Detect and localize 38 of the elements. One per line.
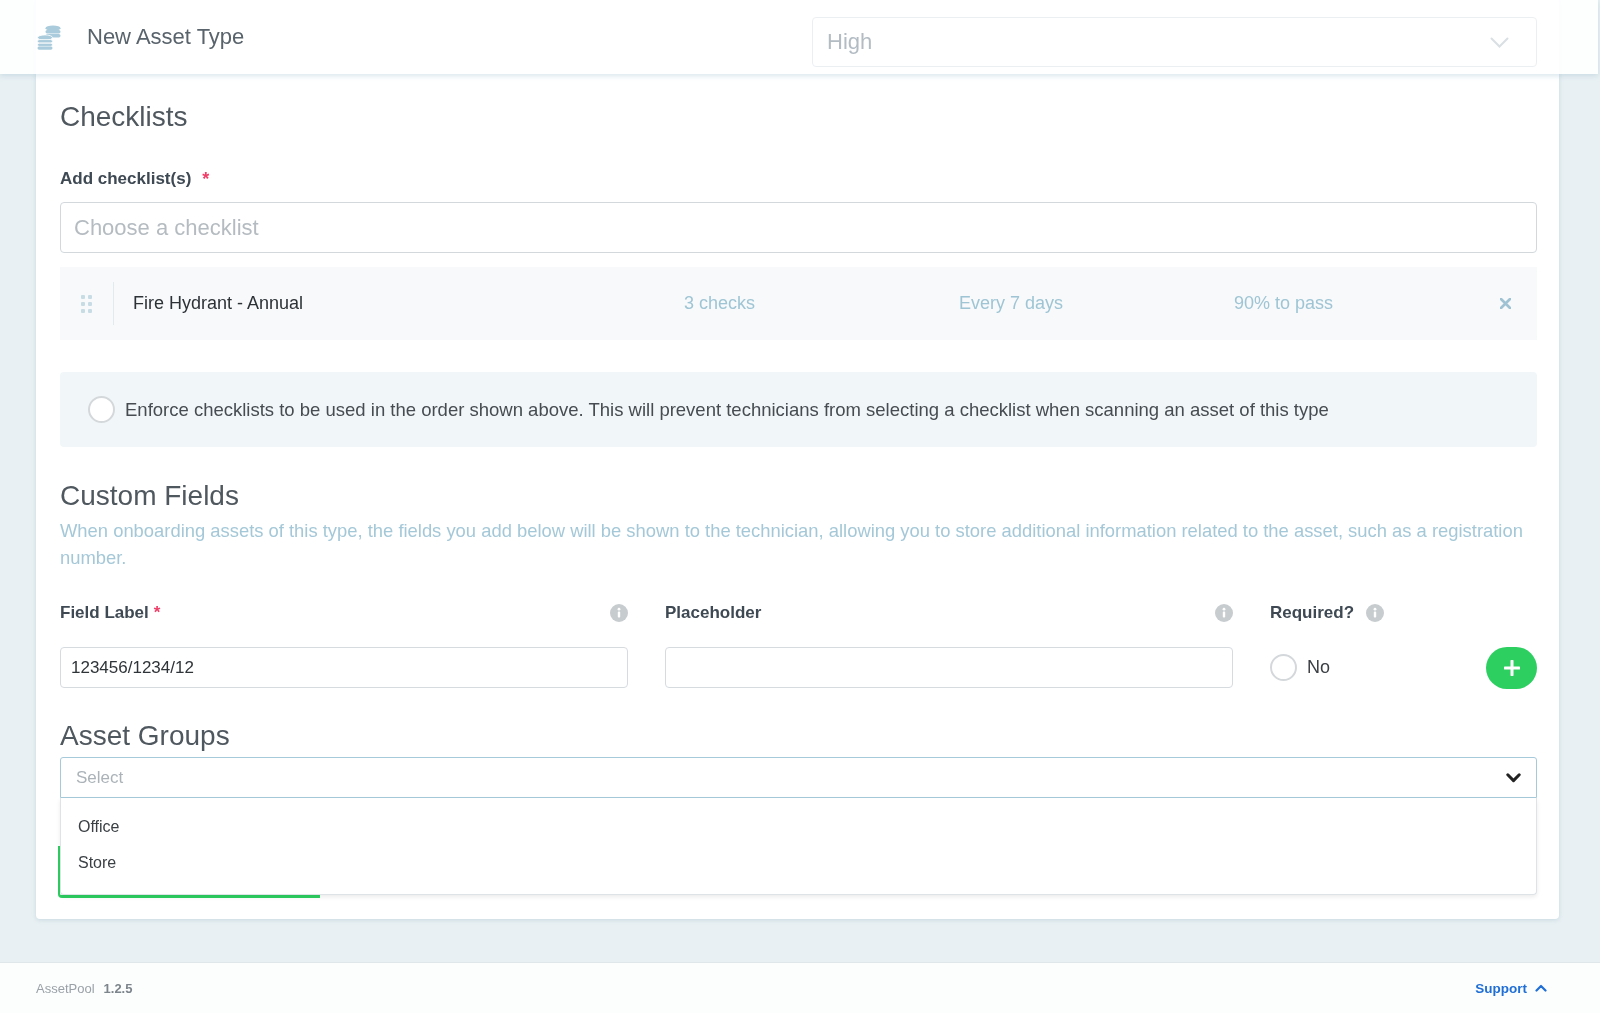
section-description: When onboarding assets of this type, the fields you add below will be shown to the technician, allowing you to store additional information related to the asset, such as a registration number. (60, 519, 1524, 570)
order-option-label: Enforce checklists to be used in the order shown above. This will prevent technicians from selecting a checklist when scanning an asset of this type (125, 398, 1329, 421)
app-name: AssetPool (36, 980, 95, 996)
plus-icon (1503, 659, 1520, 676)
required-asterisk: * (153, 603, 161, 623)
dropdown-option[interactable]: Store (61, 845, 1536, 881)
pass-mark: 90% to pass (1234, 293, 1335, 314)
app-version: 1.2.5 (103, 980, 133, 996)
field-label: Placeholder (665, 603, 762, 623)
section-heading: Asset Groups (60, 719, 231, 753)
checklist-search-field[interactable]: Choose a checklist (60, 202, 1537, 253)
check-frequency: Every 7 days (959, 293, 1065, 314)
field-label: Required? (1270, 603, 1355, 623)
required-asterisk: * (202, 168, 210, 190)
page-title: New Asset Type (87, 24, 245, 50)
field-label-input[interactable]: 123456/1234/12 (60, 647, 628, 688)
placeholder-input[interactable] (665, 647, 1233, 688)
add-field-button[interactable] (1486, 646, 1537, 689)
close-icon[interactable] (1500, 298, 1511, 309)
radio-button[interactable] (1270, 654, 1297, 681)
drag-handle-icon[interactable] (81, 294, 92, 313)
field-label: Field Label (60, 603, 149, 623)
dropdown-option[interactable]: Office (61, 809, 1536, 845)
checklist-name: Fire Hydrant - Annual (133, 293, 305, 314)
field-label: Add checklist(s) (60, 169, 192, 189)
info-icon[interactable] (1215, 604, 1233, 622)
section-heading: Custom Fields (60, 479, 240, 513)
caret-up-icon (1535, 984, 1547, 992)
coins-icon (37, 24, 61, 50)
radio-label: No (1307, 657, 1330, 678)
chevron-down-icon (1506, 772, 1521, 783)
check-count: 3 checks (684, 293, 757, 314)
chevron-down-icon (1490, 36, 1509, 48)
support-link[interactable]: Support (1475, 980, 1547, 996)
section-heading: Checklists (60, 100, 189, 134)
radio-button[interactable] (88, 396, 115, 423)
info-icon[interactable] (610, 604, 628, 622)
info-icon[interactable] (1366, 604, 1385, 622)
